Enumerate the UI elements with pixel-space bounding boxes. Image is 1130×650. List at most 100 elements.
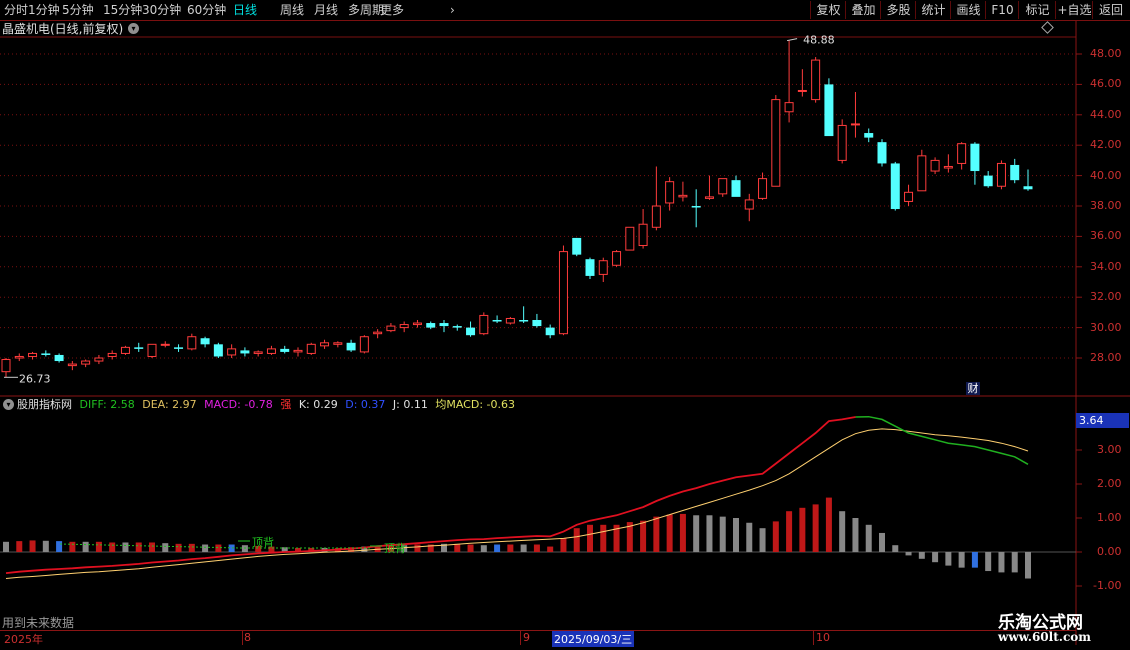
candle-body-up [412,322,422,326]
k-value: K: 0.29 [298,398,338,411]
candle-body-down [585,259,595,276]
candle-body-up [678,194,688,198]
macd-histogram-bar [188,543,195,552]
financial-badge[interactable]: 财 [966,382,980,395]
candle-body-down [426,323,436,328]
candle-body-down [545,327,555,336]
macd-histogram-bar [175,543,182,552]
candle-body-up [94,357,104,362]
candle-body-up [227,348,237,356]
time-label-sep: 9 [523,631,530,644]
candle-body-up [320,342,330,347]
time-axis [0,630,1076,645]
macd-histogram-bar [56,541,63,552]
candle-body-up [479,314,489,335]
macd-histogram-bar [42,540,49,552]
candle-body-up [399,324,409,329]
candle-body-down [466,327,476,336]
j-value: J: 0.11 [392,398,428,411]
candle-body-down [970,143,980,172]
macd-histogram-bar [162,543,169,552]
time-separator [813,631,814,645]
candle-body-up [558,251,568,335]
candle-body-down [731,180,741,197]
macd-histogram-bar [772,521,779,552]
candle-body-up [811,59,821,101]
candle-body-down [572,237,582,255]
candle-body-down [346,342,356,351]
time-label-year: 2025年 [4,633,43,646]
candle-body-down [492,320,502,322]
indicator-header: 股朋指标网 DIFF: 2.58 DEA: 2.97 MACD: -0.78 强… [17,397,519,413]
price-tick-label: 32.00 [1090,290,1122,304]
candle-body-up [771,99,781,187]
candle-body-up [306,343,316,354]
macd-histogram-bar [414,544,421,552]
macd-histogram-bar [507,544,514,552]
candle-body-up [598,260,608,275]
macd-histogram-bar [653,516,660,552]
macd-histogram-bar [241,545,248,552]
avg-macd-value: 均MACD: -0.63 [435,398,515,411]
macd-histogram-bar [3,541,9,552]
macd-histogram-bar [69,541,76,552]
price-tick-label: 40.00 [1090,168,1122,182]
macd-histogram-bar [520,544,527,552]
macd-histogram-bar [945,552,952,566]
macd-histogram-bar [1025,552,1031,579]
macd-histogram-bar [95,541,102,552]
macd-histogram-bar [149,542,155,552]
indicator-options-chevron-icon[interactable]: ▾ [3,399,14,410]
candle-body-up [505,317,515,324]
indicator-tick-label: 0.00 [1097,545,1122,558]
macd-histogram-bar [122,542,129,552]
low-price-label: 26.73 [19,372,51,385]
macd-histogram-bar [812,504,819,552]
candle-body-up [253,351,263,354]
candle-body-up [797,89,807,92]
candle-body-up [930,159,940,172]
macd-histogram-bar [135,542,142,552]
macd-histogram-bar [480,545,487,552]
candle-body-down [240,350,250,354]
candle-body-down [983,175,993,187]
macd-histogram-bar [587,524,593,552]
candle-body-down [41,353,51,355]
macd-histogram-bar [918,552,925,559]
price-chart[interactable]: 48.88 26.73 顶背 顶背 [0,0,1130,650]
macd-histogram-bar [666,514,673,552]
candle-body-up [1,359,11,373]
candle-body-up [333,342,343,345]
divergence-label: 顶背 [384,541,406,555]
macd-histogram-bar [547,546,554,552]
time-label-cursor-date: 2025/09/03/三 [552,631,635,647]
macd-histogram-bar [825,497,832,552]
candle-body-down [890,163,900,210]
time-separator [520,631,521,645]
macd-histogram-bar [454,543,461,552]
dea-line [5,428,1029,579]
macd-histogram-bar [573,528,580,552]
indicator-name[interactable]: 股朋指标网 [17,398,72,411]
candle-body-up [943,165,953,169]
time-label-aug: 8 [244,631,251,644]
macd-histogram-bar [852,518,859,552]
macd-histogram-bar [600,524,607,552]
macd-histogram-bar [109,542,116,552]
candle-body-up [14,355,24,359]
macd-histogram-bar [82,541,89,552]
candle-body-up [957,143,967,164]
candle-body-up [837,124,847,161]
candle-body-up [612,251,622,266]
price-tick-label: 44.00 [1090,107,1122,121]
candle-body-down [54,354,64,362]
candle-body-up [996,162,1006,187]
macd-histogram-bar [719,516,726,552]
candle-body-down [213,344,223,357]
macd-histogram-bar [533,544,540,552]
macd-histogram-bar [16,541,23,552]
candle-body-up [744,199,754,210]
candle-body-up [850,123,860,126]
watermark-url: www.60lt.com [998,630,1091,644]
diff-line-declining [855,415,1029,465]
